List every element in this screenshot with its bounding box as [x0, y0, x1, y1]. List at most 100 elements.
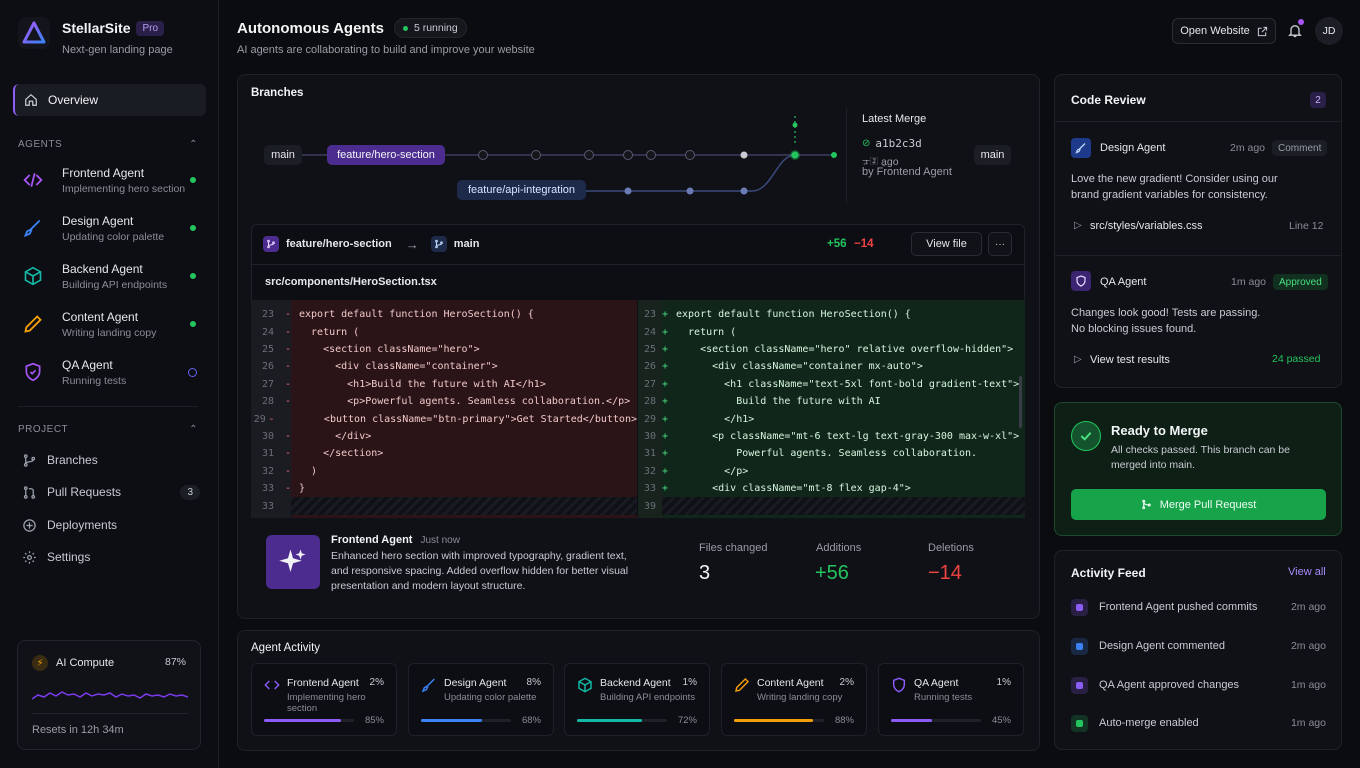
- branch-main-label[interactable]: main: [264, 145, 302, 165]
- nav-overview[interactable]: Overview: [13, 84, 206, 116]
- activity-status: Implementing hero section: [287, 692, 366, 714]
- compute-label: AI Compute: [56, 657, 115, 669]
- sidebar-agent-qa[interactable]: QA Agent Running tests: [22, 352, 200, 392]
- feed-item[interactable]: Frontend Agent pushed commits 2m ago: [1071, 598, 1326, 616]
- line-number: 25: [261, 343, 275, 355]
- code-text: export default function HeroSection() {: [676, 309, 911, 321]
- removed-line: 23- export default function HeroSection()…: [251, 306, 637, 323]
- play-icon: ▷: [1074, 354, 1082, 365]
- code-text: <h1 className="text-5xl font-bold gradie…: [676, 378, 1020, 390]
- diff-sign: +: [662, 326, 669, 338]
- progress-fill: [577, 719, 642, 722]
- feed-item[interactable]: Auto-merge enabled 1m ago: [1071, 714, 1326, 732]
- sidebar-item-deployments[interactable]: Deployments: [22, 513, 200, 537]
- additions-label: Additions: [816, 542, 862, 554]
- diff-added-pane: 23 + export default function HeroSection()…: [638, 300, 1025, 518]
- feed-text: QA Agent approved changes: [1099, 679, 1240, 691]
- more-options-button[interactable]: ···: [988, 232, 1012, 256]
- agent-activity-card-item[interactable]: Backend Agent 1% Building API endpoints 72%: [564, 663, 710, 736]
- agent-activity-card-item[interactable]: Frontend Agent 2% Implementing hero sectio…: [251, 663, 397, 736]
- sidebar-agent-content[interactable]: Content Agent Writing landing copy: [22, 304, 200, 344]
- ai-compute-card: ⚡ AI Compute 87% Resets in 12h 34m: [17, 640, 201, 750]
- code-text: }: [299, 483, 306, 495]
- line-number: 33: [643, 483, 657, 495]
- code-text: <p>Powerful agents. Seamless collaborati…: [299, 396, 631, 408]
- collapse-icon[interactable]: ⌃: [189, 424, 198, 435]
- review-tag-approved: Approved: [1273, 274, 1328, 290]
- sidebar-item-settings[interactable]: Settings: [22, 545, 200, 569]
- review-count-badge: 2: [1310, 92, 1326, 108]
- merge-hash[interactable]: ⊘ a1b2c3d: [862, 137, 922, 150]
- line-number: 27: [643, 378, 657, 390]
- view-file-button[interactable]: View file: [911, 232, 982, 256]
- diff-sign: -: [285, 343, 292, 355]
- activity-percent: 1%: [682, 677, 697, 688]
- branch-feature-hero-label[interactable]: feature/hero-section: [327, 145, 445, 165]
- removed-line: 32- ): [251, 463, 637, 480]
- open-website-button[interactable]: Open Website: [1172, 18, 1276, 44]
- avatar[interactable]: JD: [1315, 17, 1343, 45]
- line-number: 26: [643, 361, 657, 373]
- compute-reset: Resets in 12h 34m: [32, 724, 124, 736]
- added-line: 23 + export default function HeroSection()…: [638, 306, 1025, 323]
- diff-from-branch[interactable]: feature/hero-section: [286, 238, 392, 250]
- sidebar-agent-frontend[interactable]: Frontend Agent Implementing hero section: [22, 160, 200, 200]
- diff-sign: +: [662, 413, 669, 425]
- added-line: 27 + <h1 className="text-5xl font-bold gr…: [638, 376, 1025, 393]
- status-dot: [190, 273, 196, 279]
- progress-value: 68%: [521, 715, 541, 726]
- merge-pull-request-button[interactable]: Merge Pull Request: [1071, 489, 1326, 520]
- sidebar-agent-backend[interactable]: Backend Agent Building API endpoints: [22, 256, 200, 296]
- agent-activity-card-item[interactable]: Design Agent 8% Updating color palette 68%: [408, 663, 554, 736]
- branch-feature-api-label[interactable]: feature/api-integration: [457, 180, 586, 200]
- scrollbar[interactable]: [1019, 376, 1022, 428]
- branch-main-right-label[interactable]: main: [974, 145, 1011, 165]
- sidebar-agent-design[interactable]: Design Agent Updating color palette: [22, 208, 200, 248]
- status-dot: [190, 177, 196, 183]
- notifications-bell-icon[interactable]: [1287, 19, 1304, 42]
- diff-sign: -: [285, 448, 292, 460]
- diff-sign: -: [285, 361, 292, 373]
- diff-sign: -: [285, 483, 292, 495]
- progress-value: 88%: [834, 715, 854, 726]
- view-all-link[interactable]: View all: [1288, 566, 1326, 578]
- line-number: 28: [643, 396, 657, 408]
- progress-fill: [891, 719, 932, 722]
- agent-activity-card-item[interactable]: Content Agent 2% Writing landing copy 88%: [721, 663, 867, 736]
- brand-name: StellarSite: [62, 20, 131, 36]
- commit-meta: Frontend Agent Just now: [331, 534, 460, 546]
- sidebar-item-branches[interactable]: Branches: [22, 448, 200, 472]
- diff-sign: +: [662, 378, 669, 390]
- brand[interactable]: StellarSite Pro Next-gen landing page: [18, 17, 173, 56]
- home-icon: [25, 93, 37, 106]
- removed-line: 31- </section>: [251, 445, 637, 462]
- deploy-icon: [23, 518, 36, 532]
- activity-status: Building API endpoints: [600, 692, 696, 703]
- line-number: 33: [261, 500, 275, 512]
- feed-text: Auto-merge enabled: [1099, 717, 1199, 729]
- review-file-link[interactable]: src/styles/variables.css: [1090, 218, 1202, 234]
- progress-fill: [734, 719, 814, 722]
- commit-check-icon: ⊘: [862, 138, 871, 149]
- agent-name: QA Agent: [62, 357, 113, 372]
- line-number: 23: [261, 309, 275, 321]
- review-comment: Changes look good! Tests are passing. No…: [1071, 307, 1261, 335]
- feed-item[interactable]: Design Agent commented 2m ago: [1071, 637, 1326, 655]
- diff-sign: -: [285, 326, 292, 338]
- diff-sign: +: [662, 430, 669, 442]
- commit-message: Enhanced hero section with improved typo…: [331, 550, 629, 592]
- feed-item[interactable]: QA Agent approved changes 1m ago: [1071, 676, 1326, 694]
- removed-line: 27- <h1>Build the future with AI</h1>: [251, 376, 637, 393]
- collapse-icon[interactable]: ⌃: [189, 139, 198, 150]
- agent-activity-card-item[interactable]: QA Agent 1% Running tests 45%: [878, 663, 1024, 736]
- pr-count-badge: 3: [180, 484, 200, 500]
- agent-status: Implementing hero section: [62, 182, 186, 195]
- branches-title: Branches: [251, 87, 304, 99]
- activity-status: Updating color palette: [444, 692, 537, 703]
- commit-time: Just now: [420, 535, 460, 546]
- page-title: Autonomous Agents 5 running: [237, 18, 467, 38]
- diff-to-branch[interactable]: main: [454, 238, 480, 250]
- sidebar-item-pull-requests[interactable]: Pull Requests 3: [22, 480, 200, 504]
- view-test-results-link[interactable]: View test results: [1090, 352, 1170, 368]
- shield-icon: [22, 361, 44, 383]
